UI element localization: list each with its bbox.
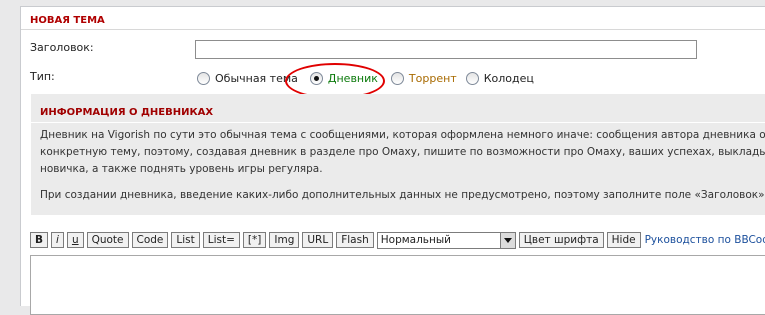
topic-type-group: Обычная тема Дневник Торрент Колодец: [197, 70, 543, 86]
info-line: конкретную тему, поэтому, создавая дневн…: [40, 146, 765, 158]
font-size-value: Нормальный: [380, 234, 451, 246]
type-label: Тип:: [30, 70, 55, 83]
title-input[interactable]: [195, 40, 697, 59]
info-title: ИНФОРМАЦИЯ О ДНЕВНИКАХ: [40, 107, 214, 118]
bbcode-help-link[interactable]: Руководство по BBCode: [645, 234, 765, 246]
bbcode-toolbar: B i u Quote Code List List= [*] Img URL …: [30, 231, 765, 249]
info-paragraph: Дневник на Vigorish по сути это обычная …: [40, 127, 765, 178]
ordered-list-button[interactable]: List=: [202, 232, 240, 248]
italic-button[interactable]: i: [51, 232, 64, 248]
radio-label: Колодец: [483, 71, 534, 85]
radio-label: Дневник: [327, 71, 378, 85]
topic-type-well[interactable]: Колодец: [465, 71, 534, 85]
radio-button[interactable]: [197, 71, 210, 85]
info-line: Дневник на Vigorish по сути это обычная …: [40, 129, 765, 141]
topic-type-diary[interactable]: Дневник: [309, 71, 378, 85]
hide-button[interactable]: Hide: [606, 232, 641, 248]
bold-button[interactable]: B: [30, 232, 49, 248]
divider: [21, 29, 765, 30]
diary-info-box: ИНФОРМАЦИЯ О ДНЕВНИКАХ Дневник на Vigori…: [31, 94, 765, 215]
info-text: Дневник на Vigorish по сути это обычная …: [40, 127, 765, 213]
list-item-button[interactable]: [*]: [242, 232, 267, 248]
topic-type-torrent[interactable]: Торрент: [390, 71, 457, 85]
underline-button[interactable]: u: [66, 232, 84, 248]
code-button[interactable]: Code: [131, 232, 169, 248]
info-line: новичка, а также поднять уровень игры ре…: [40, 163, 323, 175]
font-color-button[interactable]: Цвет шрифта: [518, 232, 604, 248]
new-topic-panel: НОВАЯ ТЕМА Заголовок: Тип: Обычная тема …: [20, 6, 765, 315]
list-button[interactable]: List: [171, 232, 200, 248]
radio-button[interactable]: [390, 71, 404, 85]
info-paragraph: При создании дневника, введение каких-ли…: [40, 189, 765, 201]
img-button[interactable]: Img: [269, 232, 300, 248]
quote-button[interactable]: Quote: [86, 232, 129, 248]
section-title: НОВАЯ ТЕМА: [30, 15, 105, 26]
radio-label: Торрент: [408, 71, 457, 85]
title-label: Заголовок:: [30, 41, 94, 54]
flash-button[interactable]: Flash: [336, 232, 374, 248]
topic-type-regular[interactable]: Обычная тема: [197, 71, 298, 85]
radio-button[interactable]: [465, 71, 479, 85]
bbcode-help-label: Руководство по BBCode: [644, 234, 765, 246]
radio-button-checked[interactable]: [309, 71, 323, 85]
divider: [31, 122, 765, 123]
url-button[interactable]: URL: [302, 232, 334, 248]
font-size-select[interactable]: Нормальный: [376, 231, 516, 249]
chevron-down-icon[interactable]: [499, 232, 515, 248]
message-textarea[interactable]: [30, 255, 765, 315]
radio-label: Обычная тема: [215, 71, 298, 85]
